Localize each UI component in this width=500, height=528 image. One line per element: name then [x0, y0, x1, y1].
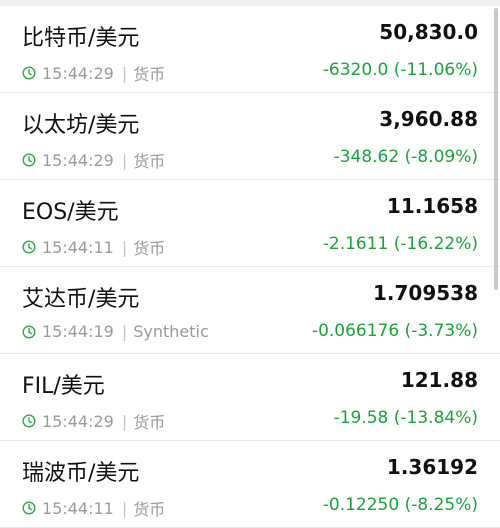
quote-source: 货币: [133, 239, 166, 258]
quote-meta: 15:44:11 | 货币: [22, 496, 165, 520]
quote-time: 15:44:19: [42, 322, 114, 341]
clock-icon: [22, 240, 36, 254]
clock-icon: [22, 153, 36, 167]
pair-name: EOS/美元: [22, 200, 119, 225]
meta-separator: |: [121, 150, 128, 170]
pair-name: 比特币/美元: [22, 26, 140, 51]
quote-time: 15:44:29: [42, 411, 114, 431]
last-price: 3,960.88: [379, 107, 478, 131]
last-price: 11.1658: [386, 194, 478, 218]
last-price: 121.88: [400, 368, 478, 392]
quote-time: 15:44:29: [42, 150, 114, 170]
clock-icon: [22, 414, 36, 428]
list-item[interactable]: 以太坊/美元 3,960.88 15:44:29 | 货币 -348.62 (-…: [0, 93, 500, 180]
price-change: -2.1611 (-16.22%): [322, 234, 478, 254]
price-change: -6320.0 (-11.06%): [322, 60, 478, 80]
quote-list[interactable]: 比特币/美元 50,830.0 15:44:29 | 货币 -6320.0 (-…: [0, 6, 500, 528]
quote-time: 15:44:11: [42, 237, 114, 257]
meta-separator: |: [121, 237, 128, 257]
quote-meta: 15:44:29 | 货币: [22, 61, 165, 85]
price-change: -0.12250 (-8.25%): [322, 495, 478, 515]
list-item[interactable]: 瑞波币/美元 1.36192 15:44:11 | 货币 -0.12250 (-…: [0, 441, 500, 528]
quote-meta: 15:44:29 | 货币: [22, 148, 165, 172]
meta-separator: |: [121, 63, 128, 83]
clock-icon: [22, 66, 36, 80]
quote-source: Synthetic: [133, 322, 209, 341]
quote-source: 货币: [133, 65, 166, 84]
quote-source: 货币: [133, 152, 166, 171]
meta-separator: |: [121, 322, 128, 341]
pair-name: FIL/美元: [22, 374, 105, 399]
quote-time: 15:44:29: [42, 63, 114, 83]
meta-separator: |: [121, 411, 128, 431]
last-price: 1.709538: [372, 281, 478, 305]
list-item[interactable]: EOS/美元 11.1658 15:44:11 | 货币 -2.1611 (-1…: [0, 180, 500, 267]
quote-source: 货币: [133, 413, 166, 432]
pair-name: 以太坊/美元: [22, 113, 140, 138]
scrollbar[interactable]: [494, 8, 498, 290]
last-price: 1.36192: [386, 455, 478, 479]
quote-time: 15:44:11: [42, 498, 114, 518]
price-change: -19.58 (-13.84%): [333, 408, 478, 428]
clock-icon: [22, 324, 36, 339]
last-price: 50,830.0: [379, 20, 478, 44]
quote-meta: 15:44:29 | 货币: [22, 409, 165, 433]
list-item[interactable]: 艾达币/美元 1.709538 15:44:19 | Synthetic -0.…: [0, 267, 500, 354]
quote-meta: 15:44:11 | 货币: [22, 235, 165, 259]
pair-name: 艾达币/美元: [22, 287, 140, 312]
list-item[interactable]: 比特币/美元 50,830.0 15:44:29 | 货币 -6320.0 (-…: [0, 6, 500, 93]
clock-icon: [22, 501, 36, 515]
pair-name: 瑞波币/美元: [22, 461, 140, 486]
meta-separator: |: [121, 498, 128, 518]
list-item[interactable]: FIL/美元 121.88 15:44:29 | 货币 -19.58 (-13.…: [0, 354, 500, 441]
price-change: -348.62 (-8.09%): [333, 147, 478, 167]
quote-meta: 15:44:19 | Synthetic: [22, 322, 209, 341]
quote-list-screen: 比特币/美元 50,830.0 15:44:29 | 货币 -6320.0 (-…: [0, 0, 500, 528]
price-change: -0.066176 (-3.73%): [311, 321, 478, 341]
quote-source: 货币: [133, 500, 166, 519]
